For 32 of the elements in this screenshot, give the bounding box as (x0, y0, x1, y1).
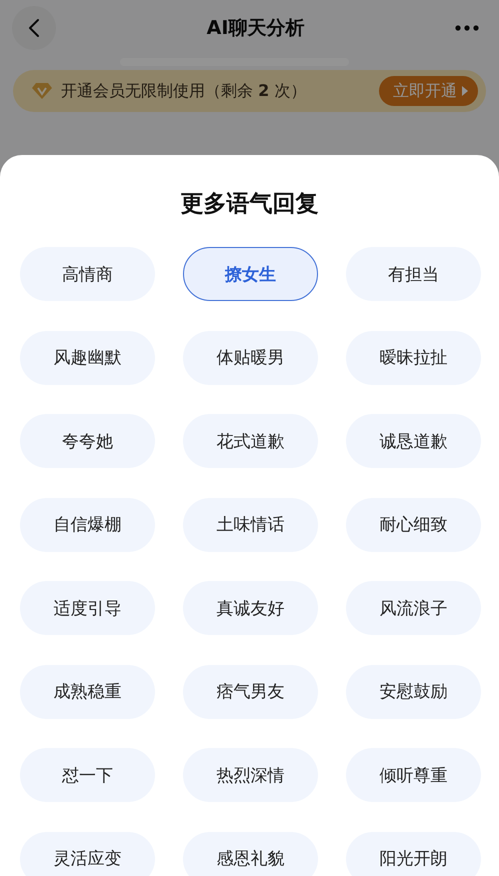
tone-option[interactable]: 热烈深情 (183, 748, 318, 802)
play-icon (462, 86, 468, 96)
tone-option[interactable]: 适度引导 (20, 581, 155, 635)
tone-option[interactable]: 撩女生 (183, 247, 318, 301)
back-icon (28, 18, 40, 38)
tone-option[interactable]: 成熟稳重 (20, 664, 155, 718)
more-icon[interactable] (455, 25, 479, 31)
tone-option[interactable]: 感恩礼貌 (183, 832, 318, 876)
tone-option[interactable]: 安慰鼓励 (346, 664, 481, 718)
diamond-icon (31, 82, 53, 100)
tone-option[interactable]: 夸夸她 (20, 414, 155, 468)
tone-option[interactable]: 耐心细致 (346, 498, 481, 552)
sheet-title: 更多语气回复 (180, 190, 320, 219)
tone-option[interactable]: 阳光开朗 (346, 832, 481, 876)
banner-text: 开通会员无限制使用（剩余 2 次） (61, 80, 308, 102)
tone-option[interactable]: 真诚友好 (183, 581, 318, 635)
tone-option[interactable]: 自信爆棚 (20, 498, 155, 552)
tone-option[interactable]: 暧昧拉扯 (346, 330, 481, 384)
tone-option[interactable]: 有担当 (346, 247, 481, 301)
tone-option[interactable]: 体贴暖男 (183, 330, 318, 384)
tone-option[interactable]: 怼一下 (20, 748, 155, 802)
tone-option[interactable]: 风趣幽默 (20, 330, 155, 384)
tone-option[interactable]: 土味情话 (183, 498, 318, 552)
tone-option[interactable]: 风流浪子 (346, 581, 481, 635)
tone-option[interactable]: 高情商 (20, 247, 155, 301)
tone-option[interactable]: 花式道歉 (183, 414, 318, 468)
tone-option[interactable]: 倾听尊重 (346, 748, 481, 802)
tone-option[interactable]: 诚恳道歉 (346, 414, 481, 468)
page-title: AI聊天分析 (206, 16, 306, 41)
tone-option[interactable]: 痞气男友 (183, 664, 318, 718)
tone-option[interactable]: 灵活应变 (20, 832, 155, 876)
back-button[interactable] (12, 6, 56, 50)
